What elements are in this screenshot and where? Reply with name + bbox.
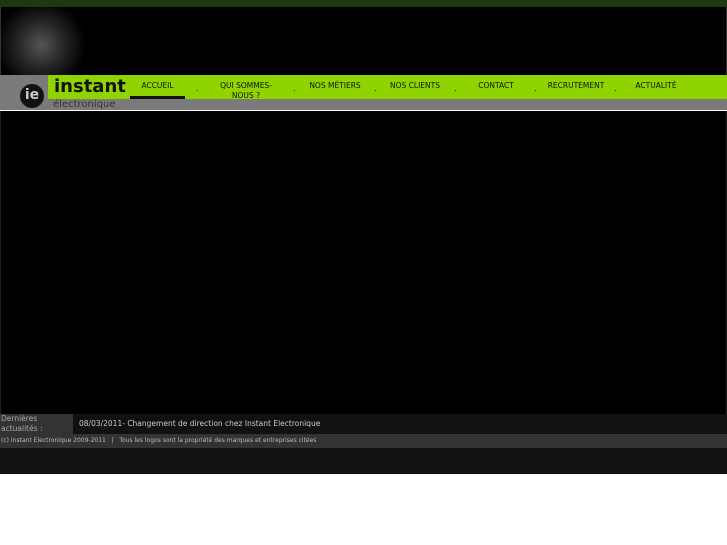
nav-separator: . [614,84,617,93]
footer-text: (c) Instant Electronique 2009-2011 | Tou… [0,434,727,448]
nav-nos-metiers[interactable]: NOS MÉTIERS [302,81,368,91]
logo-icon[interactable]: ie [20,84,44,108]
nav-nos-clients[interactable]: NOS CLIENTS [384,81,446,91]
nav-actualite[interactable]: ACTUALITÉ [630,81,682,91]
nav-separator: . [293,84,296,93]
news-item-link[interactable]: 08/03/2011- Changement de direction chez… [73,414,727,434]
nav-separator: . [454,84,457,93]
nav-separator: . [374,84,377,93]
nav-qui-sommes-nous[interactable]: QUI SOMMES-NOUS ? [214,81,278,101]
top-bar [0,0,727,7]
logo-subtext: électronique [53,99,116,110]
mascot-image [1,7,101,75]
nav-accueil[interactable]: ACCUEIL [130,81,185,99]
logo-text[interactable]: instant [54,76,126,97]
nav-contact[interactable]: CONTACT [470,81,522,91]
nav-separator: . [534,84,537,93]
nav-recrutement[interactable]: RECRUTEMENT [544,81,608,91]
footer-band [0,448,727,474]
nav-separator: . [196,84,199,93]
main-content [0,111,727,415]
header-banner [0,7,727,75]
news-label: Dernières actualités : [0,414,74,434]
